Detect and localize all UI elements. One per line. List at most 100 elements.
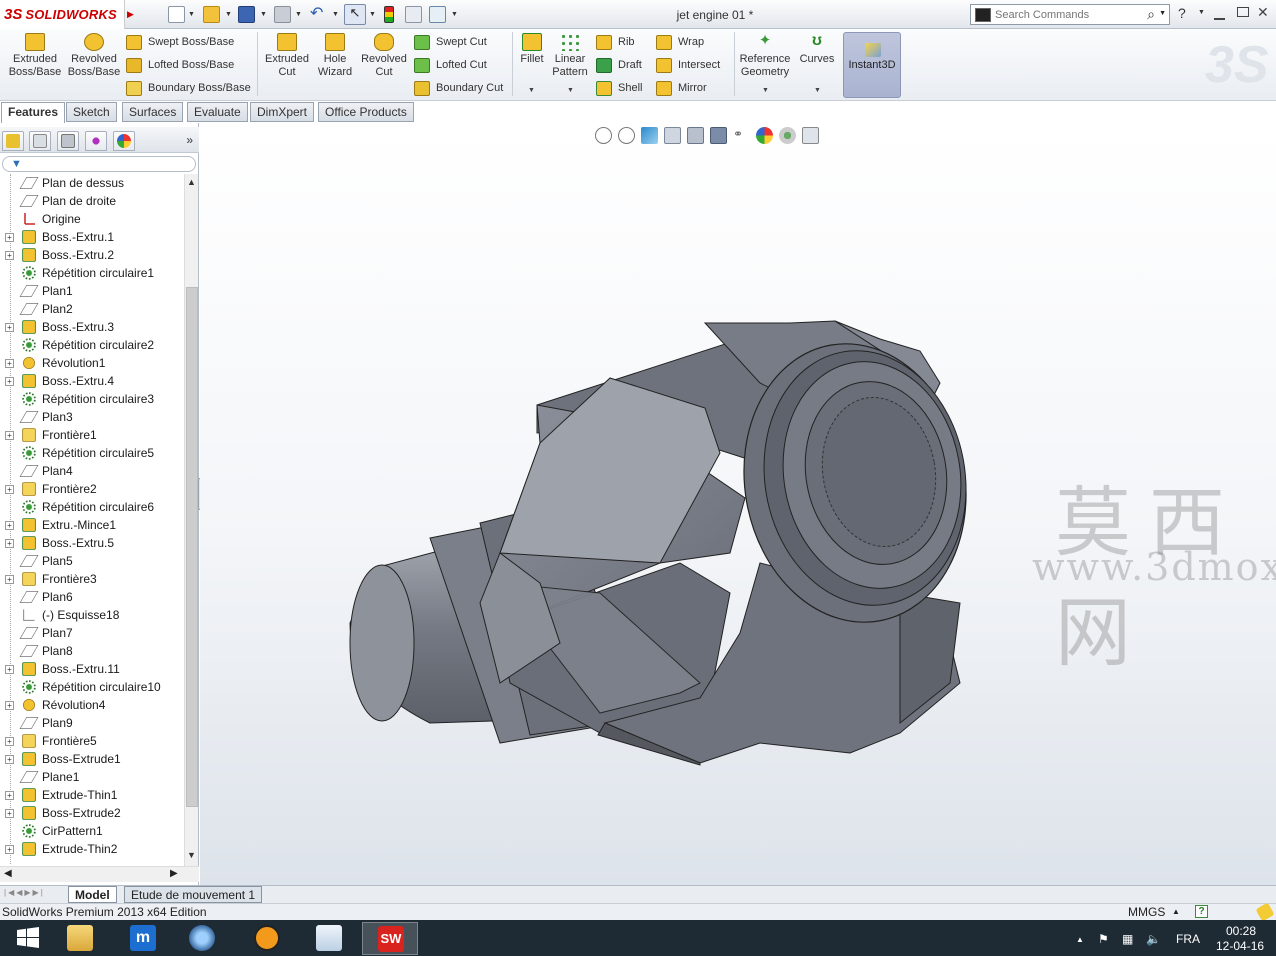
expand-icon[interactable]: + bbox=[5, 377, 14, 386]
tree-item[interactable]: Plan de droite bbox=[0, 192, 183, 210]
tree-item[interactable]: + Boss-Extrude2 bbox=[0, 804, 183, 822]
print-dropdown-icon[interactable]: ▼ bbox=[295, 11, 302, 18]
print-icon[interactable] bbox=[274, 6, 291, 23]
tree-item[interactable]: + Extrude-Thin2 bbox=[0, 840, 183, 858]
search-dropdown-icon[interactable]: ▼ bbox=[1159, 10, 1166, 17]
tree-item[interactable]: Répétition circulaire3 bbox=[0, 390, 183, 408]
configurationmanager-tab[interactable] bbox=[57, 131, 79, 151]
expand-icon[interactable]: + bbox=[5, 233, 14, 242]
expand-icon[interactable]: + bbox=[5, 755, 14, 764]
volume-icon[interactable]: 🔈 bbox=[1146, 932, 1161, 946]
tree-item[interactable]: + Frontière5 bbox=[0, 732, 183, 750]
quick-tips-icon[interactable]: ? bbox=[1195, 905, 1208, 918]
displaymanager-tab[interactable] bbox=[113, 131, 135, 151]
tree-item[interactable]: + Boss.-Extru.3 bbox=[0, 318, 183, 336]
scroll-right-icon[interactable]: ▶ bbox=[170, 868, 178, 879]
taskbar-media-player[interactable] bbox=[174, 922, 230, 955]
minimize-window-icon[interactable] bbox=[1214, 10, 1225, 20]
lofted-boss-button[interactable]: Lofted Boss/Base bbox=[126, 56, 234, 74]
taskbar-solidworks[interactable]: SW bbox=[362, 922, 418, 955]
tree-item[interactable]: + Frontière2 bbox=[0, 480, 183, 498]
tree-item[interactable]: + Extrude-Thin1 bbox=[0, 786, 183, 804]
expand-icon[interactable]: + bbox=[5, 845, 14, 854]
menu-expand-arrow-icon[interactable]: ▶ bbox=[127, 9, 134, 20]
tree-item[interactable]: Plan4 bbox=[0, 462, 183, 480]
reference-geometry-dropdown-icon[interactable]: ▼ bbox=[762, 87, 769, 94]
scroll-left-icon[interactable]: ◀ bbox=[4, 868, 12, 879]
tree-item[interactable]: Plane1 bbox=[0, 768, 183, 786]
boundary-cut-button[interactable]: Boundary Cut bbox=[414, 79, 503, 97]
feature-filter[interactable]: ▼ bbox=[2, 156, 196, 172]
search-input[interactable] bbox=[995, 8, 1135, 21]
tab-sketch[interactable]: Sketch bbox=[66, 102, 117, 122]
undo-icon[interactable]: ↶ bbox=[310, 6, 327, 23]
tree-item[interactable]: Origine bbox=[0, 210, 183, 228]
more-tabs-icon[interactable]: » bbox=[186, 133, 193, 147]
clock-date[interactable]: 12-04-16 bbox=[1216, 939, 1264, 953]
options-icon[interactable] bbox=[429, 6, 446, 23]
tab-model[interactable]: Model bbox=[68, 886, 117, 903]
scroll-down-icon[interactable]: ▼ bbox=[187, 850, 196, 860]
tab-motion-study[interactable]: Etude de mouvement 1 bbox=[124, 886, 263, 903]
tree-item[interactable]: + Révolution1 bbox=[0, 354, 183, 372]
units-arrow-icon[interactable]: ▲ bbox=[1172, 907, 1180, 916]
tree-item[interactable]: Répétition circulaire2 bbox=[0, 336, 183, 354]
start-button[interactable] bbox=[0, 922, 50, 955]
search-icon[interactable]: ⌕ bbox=[1147, 6, 1155, 23]
save-dropdown-icon[interactable]: ▼ bbox=[260, 11, 267, 18]
tree-item[interactable]: Répétition circulaire5 bbox=[0, 444, 183, 462]
swept-cut-button[interactable]: Swept Cut bbox=[414, 33, 487, 51]
tree-vertical-scrollbar[interactable]: ▲ ▼ bbox=[184, 174, 198, 866]
expand-icon[interactable]: + bbox=[5, 701, 14, 710]
tag-icon[interactable] bbox=[1255, 902, 1275, 922]
fillet-dropdown-icon[interactable]: ▼ bbox=[528, 87, 535, 94]
expand-icon[interactable]: + bbox=[5, 575, 14, 584]
expand-icon[interactable]: + bbox=[5, 521, 14, 530]
mirror-button[interactable]: Mirror bbox=[656, 79, 707, 97]
open-icon[interactable] bbox=[203, 6, 220, 23]
tab-evaluate[interactable]: Evaluate bbox=[187, 102, 248, 122]
tree-item[interactable]: + Boss-Extrude1 bbox=[0, 750, 183, 768]
scroll-thumb[interactable] bbox=[186, 287, 198, 807]
tree-item[interactable]: + Boss.-Extru.4 bbox=[0, 372, 183, 390]
taskbar-avast[interactable] bbox=[239, 922, 295, 955]
tree-item[interactable]: Plan7 bbox=[0, 624, 183, 642]
draft-button[interactable]: Draft bbox=[596, 56, 642, 74]
tree-horizontal-scrollbar[interactable]: ◀ ▶ bbox=[0, 866, 199, 882]
tab-surfaces[interactable]: Surfaces bbox=[122, 102, 184, 122]
tab-office-products[interactable]: Office Products bbox=[318, 102, 414, 122]
tree-item[interactable]: Plan9 bbox=[0, 714, 183, 732]
tree-item[interactable]: + Boss.-Extru.5 bbox=[0, 534, 183, 552]
curves-dropdown-icon[interactable]: ▼ bbox=[814, 87, 821, 94]
clock-time[interactable]: 00:28 bbox=[1226, 924, 1256, 938]
dimxpertmanager-tab[interactable] bbox=[85, 131, 107, 151]
tree-item[interactable]: + Frontière3 bbox=[0, 570, 183, 588]
tree-item[interactable]: Plan8 bbox=[0, 642, 183, 660]
curves-button[interactable]: ʊ Curves bbox=[797, 33, 837, 66]
help-icon[interactable]: ? bbox=[1178, 5, 1186, 21]
swept-boss-button[interactable]: Swept Boss/Base bbox=[126, 33, 234, 51]
tree-item[interactable]: Plan de dessus bbox=[0, 174, 183, 192]
network-icon[interactable]: ▦ bbox=[1122, 932, 1133, 946]
expand-icon[interactable]: + bbox=[5, 251, 14, 260]
expand-icon[interactable]: + bbox=[5, 809, 14, 818]
expand-icon[interactable]: + bbox=[5, 323, 14, 332]
intersect-button[interactable]: Intersect bbox=[656, 56, 720, 74]
save-icon[interactable] bbox=[238, 6, 255, 23]
tree-item[interactable]: Répétition circulaire1 bbox=[0, 264, 183, 282]
new-document-icon[interactable] bbox=[168, 6, 185, 23]
scroll-up-icon[interactable]: ▲ bbox=[187, 177, 196, 187]
search-commands-box[interactable]: ⌕ ▼ bbox=[970, 4, 1170, 25]
reference-geometry-button[interactable]: ✦ Reference Geometry bbox=[738, 33, 792, 79]
tree-item[interactable]: + Boss.-Extru.1 bbox=[0, 228, 183, 246]
rib-button[interactable]: Rib bbox=[596, 33, 635, 51]
rebuild-icon[interactable] bbox=[384, 6, 394, 23]
expand-icon[interactable]: + bbox=[5, 485, 14, 494]
linear-pattern-button[interactable]: Linear Pattern bbox=[549, 33, 591, 79]
hole-wizard-button[interactable]: Hole Wizard bbox=[313, 33, 357, 79]
instant3d-button[interactable]: Instant3D bbox=[843, 32, 901, 98]
taskbar-store[interactable] bbox=[301, 922, 357, 955]
featuremanager-tab[interactable] bbox=[2, 131, 24, 151]
tree-item[interactable]: + Boss.-Extru.11 bbox=[0, 660, 183, 678]
linear-pattern-dropdown-icon[interactable]: ▼ bbox=[567, 87, 574, 94]
